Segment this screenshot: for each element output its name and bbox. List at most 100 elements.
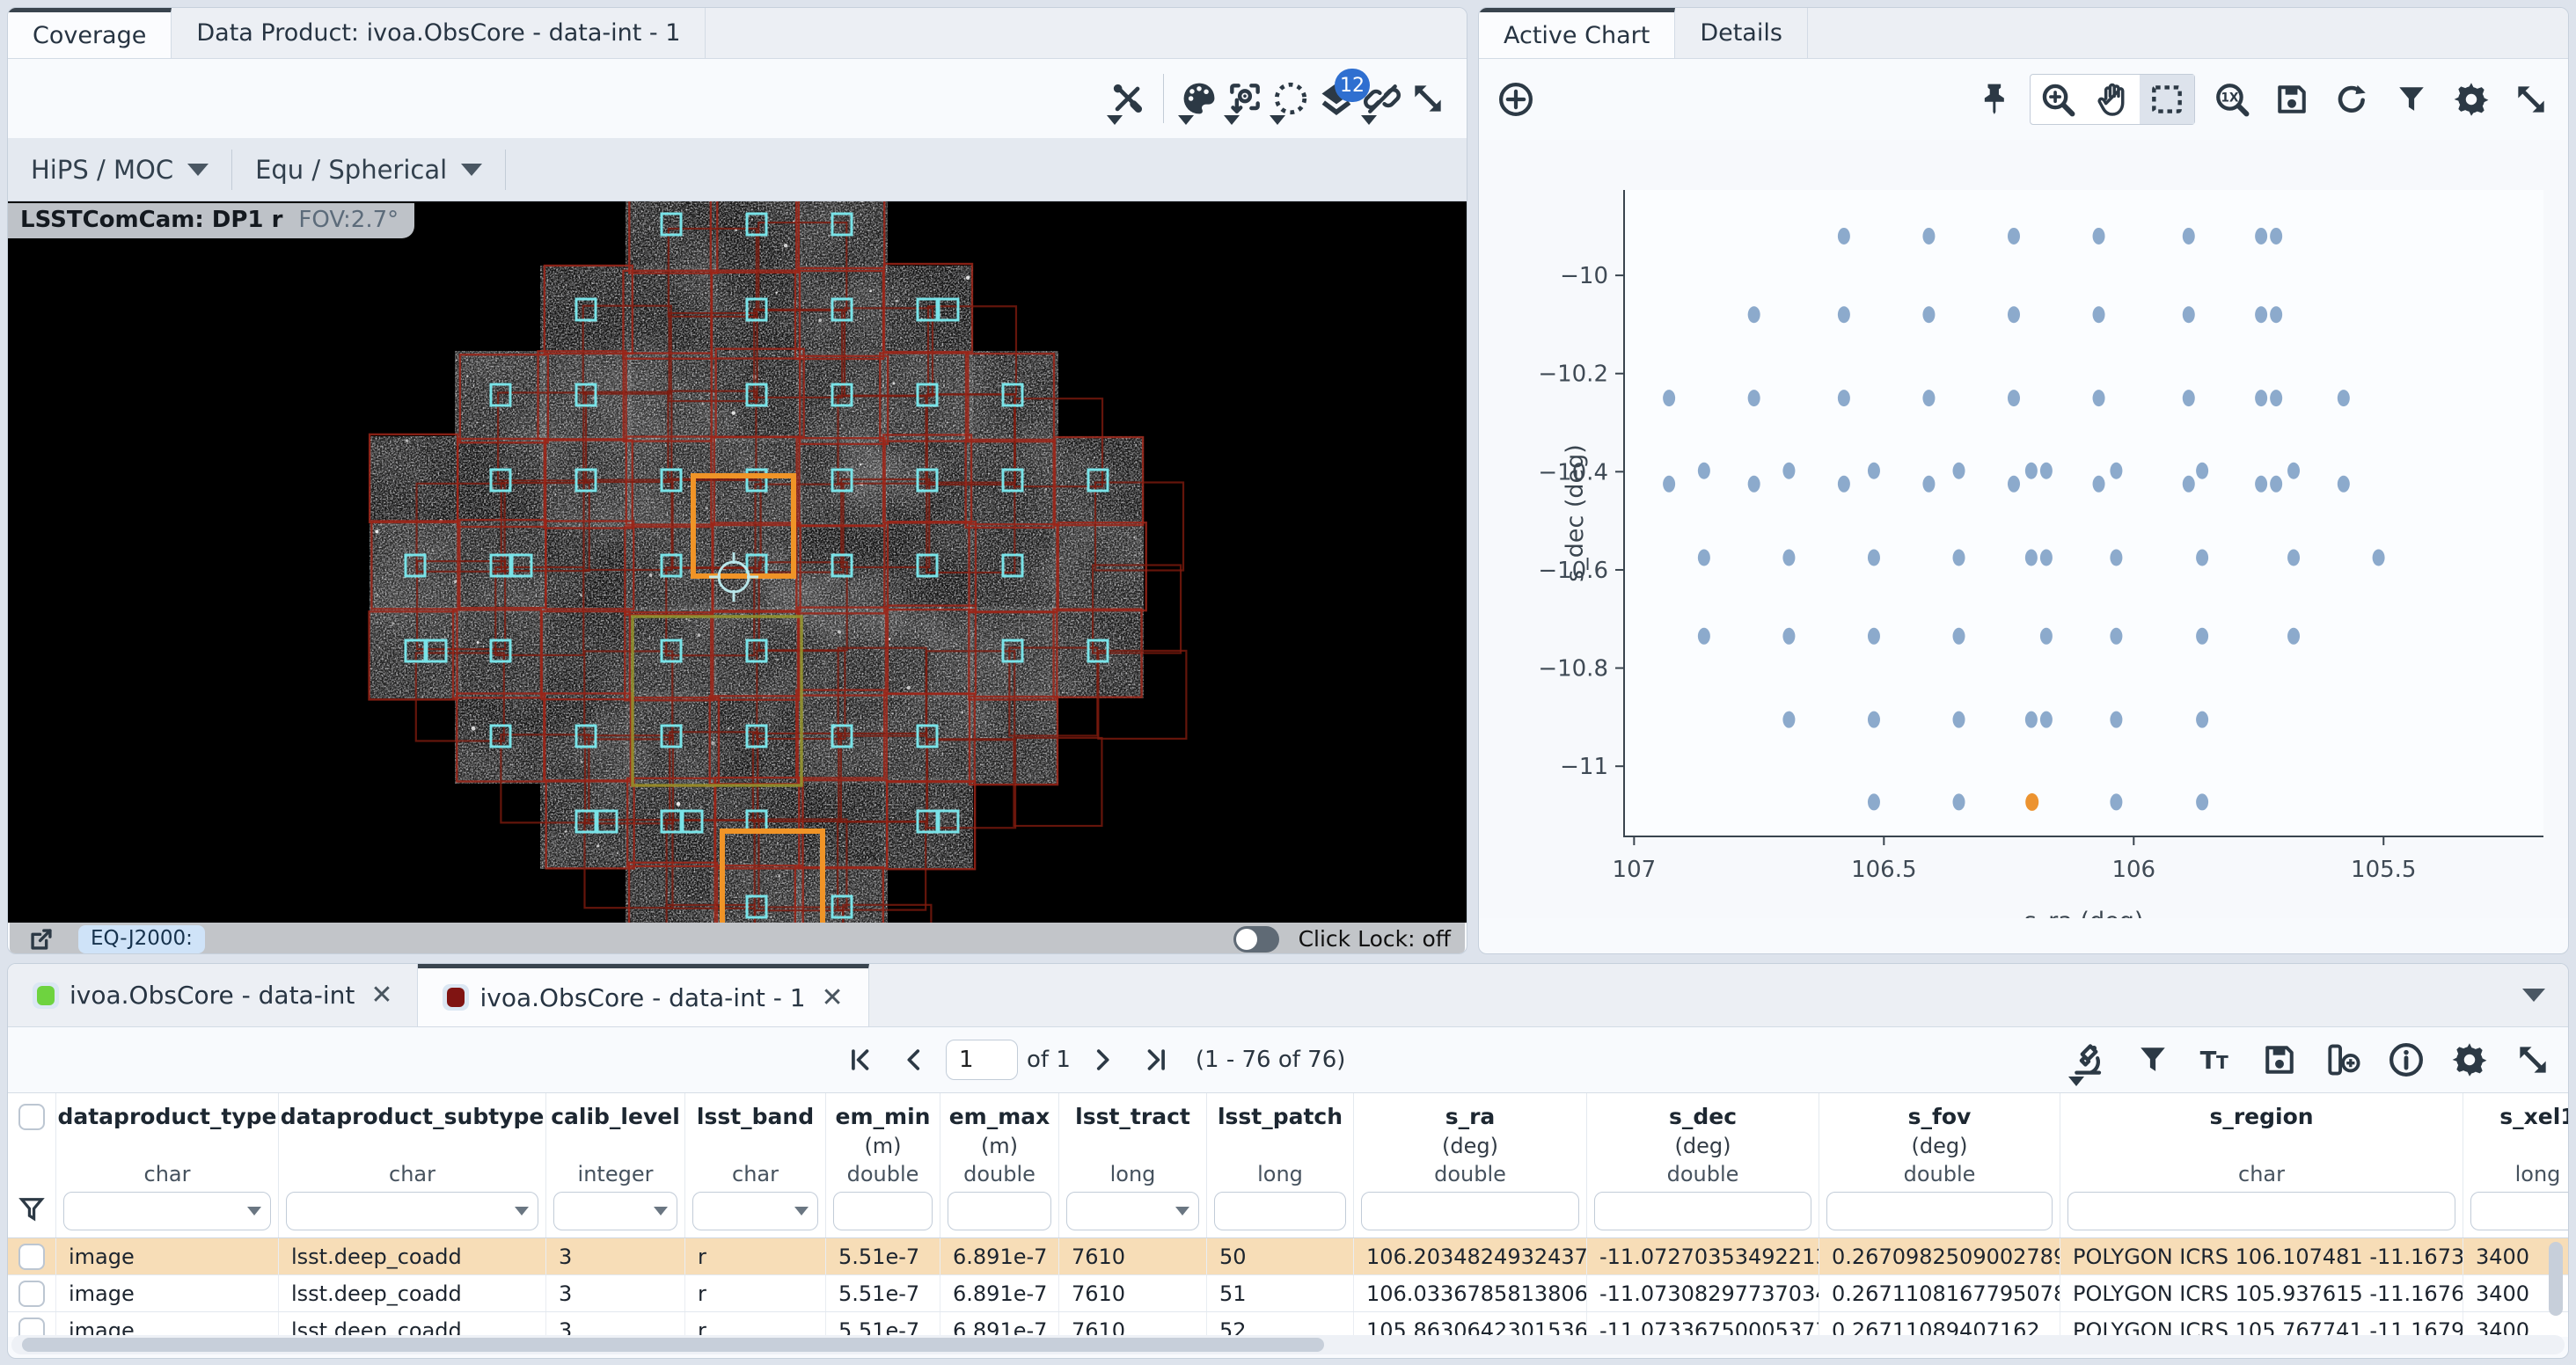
table-cell-dataproduct_subtype[interactable]: lsst.deep_coadd	[279, 1275, 546, 1311]
table-cell-s_region[interactable]: POLYGON ICRS 105.767741 -11.167920 10	[2060, 1312, 2463, 1337]
close-icon[interactable]: ✕	[370, 980, 392, 1011]
next-page-icon[interactable]	[1079, 1035, 1125, 1084]
table-row[interactable]: imagelsst.deep_coadd3r5.51e-76.891e-7761…	[8, 1238, 2568, 1275]
column-header-lsst_band[interactable]: lsst_band char	[685, 1093, 826, 1237]
column-filter-input[interactable]	[833, 1192, 933, 1230]
layers-icon[interactable]: 12	[1314, 74, 1359, 123]
column-header-em_max[interactable]: em_max (m) double	[940, 1093, 1059, 1237]
column-name[interactable]: s_fov	[1908, 1104, 1972, 1134]
table-tab-obscore-1[interactable]: ivoa.ObsCore - data-int - 1 ✕	[418, 964, 868, 1026]
column-filter-input[interactable]	[1826, 1192, 2053, 1230]
expand-icon[interactable]	[2510, 1035, 2556, 1084]
save-icon[interactable]	[2257, 1035, 2302, 1084]
column-filter-select[interactable]	[63, 1192, 271, 1230]
table-cell-s_ra[interactable]: 105.86306423015366	[1354, 1312, 1587, 1337]
table-cell-dataproduct_type[interactable]: image	[56, 1312, 279, 1337]
column-header-calib_level[interactable]: calib_level integer	[546, 1093, 685, 1237]
expand-icon[interactable]	[1405, 74, 1451, 123]
table-cell-em_min[interactable]: 5.51e-7	[826, 1275, 940, 1311]
table-cell-lsst_patch[interactable]: 50	[1207, 1238, 1354, 1274]
column-header-s_xel1[interactable]: s_xel1 long	[2463, 1093, 2569, 1237]
table-cell-lsst_patch[interactable]: 52	[1207, 1312, 1354, 1337]
tab-active-chart[interactable]: Active Chart	[1479, 8, 1675, 58]
table-cell-lsst_tract[interactable]: 7610	[1059, 1275, 1207, 1311]
column-header-s_ra[interactable]: s_ra (deg) double	[1354, 1093, 1587, 1237]
table-cell-dataproduct_type[interactable]: image	[56, 1275, 279, 1311]
row-checkbox[interactable]	[18, 1244, 45, 1270]
table-cell-lsst_patch[interactable]: 51	[1207, 1275, 1354, 1311]
column-name[interactable]: calib_level	[551, 1104, 680, 1134]
table-cell-s_dec[interactable]: -11.072703534922137	[1587, 1238, 1819, 1274]
table-cell-s_dec[interactable]: -11.073367500053775	[1587, 1312, 1819, 1337]
hscroll-thumb[interactable]	[22, 1338, 1324, 1352]
column-name[interactable]: em_min	[836, 1104, 931, 1134]
lasso-icon[interactable]	[1268, 74, 1314, 123]
box-select-icon[interactable]	[2140, 75, 2194, 124]
filter-icon[interactable]	[2389, 75, 2434, 124]
add-column-icon[interactable]	[2320, 1035, 2366, 1084]
column-header-dataproduct_type[interactable]: dataproduct_type char	[56, 1093, 279, 1237]
column-filter-input[interactable]	[1214, 1192, 1346, 1230]
hips-moc-dropdown[interactable]: HiPS / MOC	[8, 155, 231, 185]
row-checkbox[interactable]	[18, 1318, 45, 1338]
table-row[interactable]: imagelsst.deep_coadd3r5.51e-76.891e-7761…	[8, 1312, 2568, 1337]
column-name[interactable]: em_max	[949, 1104, 1050, 1134]
column-header-s_region[interactable]: s_region char	[2060, 1093, 2463, 1237]
expand-icon[interactable]	[2508, 75, 2554, 124]
column-name[interactable]: dataproduct_type	[57, 1104, 276, 1134]
zoom-1x-icon[interactable]: 1X	[2209, 75, 2255, 124]
scatter-chart[interactable]: 107106.5106105.5−10−10.2−10.4−10.6−10.8−…	[1479, 140, 2569, 918]
projection-dropdown[interactable]: Equ / Spherical	[232, 155, 505, 185]
text-view-icon[interactable]: TT	[2193, 1035, 2239, 1084]
column-name[interactable]: s_ra	[1445, 1104, 1496, 1134]
table-cell-lsst_tract[interactable]: 7610	[1059, 1312, 1207, 1337]
filter-icon[interactable]	[2130, 1035, 2176, 1084]
table-cell-calib_level[interactable]: 3	[546, 1275, 685, 1311]
table-cell-em_min[interactable]: 5.51e-7	[826, 1312, 940, 1337]
column-filter-input[interactable]	[1594, 1192, 1811, 1230]
tab-coverage[interactable]: Coverage	[8, 8, 172, 58]
column-header-dataproduct_subtype[interactable]: dataproduct_subtype char	[279, 1093, 546, 1237]
table-row[interactable]: imagelsst.deep_coadd3r5.51e-76.891e-7761…	[8, 1275, 2568, 1312]
first-page-icon[interactable]	[837, 1035, 882, 1084]
table-cell-s_region[interactable]: POLYGON ICRS 106.107481 -11.167368 10	[2060, 1238, 2463, 1274]
table-cell-s_dec[interactable]: -11.073082977370346	[1587, 1275, 1819, 1311]
table-cell-calib_level[interactable]: 3	[546, 1238, 685, 1274]
table-cell-dataproduct_subtype[interactable]: lsst.deep_coadd	[279, 1238, 546, 1274]
settings-icon[interactable]	[2448, 75, 2494, 124]
table-cell-s_fov[interactable]: 0.26711089407162	[1819, 1312, 2060, 1337]
table-cell-s_ra[interactable]: 106.2034824932437	[1354, 1238, 1587, 1274]
table-cell-em_max[interactable]: 6.891e-7	[940, 1312, 1059, 1337]
column-header-s_fov[interactable]: s_fov (deg) double	[1819, 1093, 2060, 1237]
row-checkbox[interactable]	[18, 1281, 45, 1307]
filter-row-icon[interactable]	[16, 1192, 48, 1230]
pin-icon[interactable]	[1970, 75, 2016, 124]
horizontal-scrollbar[interactable]	[11, 1335, 2565, 1354]
select-all-checkbox[interactable]	[18, 1104, 45, 1130]
column-name[interactable]: lsst_tract	[1075, 1104, 1190, 1134]
column-filter-select[interactable]	[286, 1192, 538, 1230]
column-filter-input[interactable]	[2067, 1192, 2455, 1230]
column-filter-input[interactable]	[2470, 1192, 2569, 1230]
table-cell-calib_level[interactable]: 3	[546, 1312, 685, 1337]
tab-details[interactable]: Details	[1675, 8, 1808, 58]
palette-icon[interactable]	[1176, 74, 1222, 123]
table-cell-lsst_band[interactable]: r	[685, 1275, 826, 1311]
table-cell-em_min[interactable]: 5.51e-7	[826, 1238, 940, 1274]
vertical-scrollbar[interactable]	[2549, 1242, 2563, 1316]
tab-data-product[interactable]: Data Product: ivoa.ObsCore - data-int - …	[172, 8, 706, 58]
save-icon[interactable]	[2269, 75, 2315, 124]
column-filter-select[interactable]	[692, 1192, 818, 1230]
table-cell-s_xel1[interactable]: 3400	[2463, 1312, 2568, 1337]
last-page-icon[interactable]	[1134, 1035, 1180, 1084]
column-name[interactable]: s_region	[2209, 1104, 2313, 1134]
table-panel-collapse-caret[interactable]	[2522, 989, 2545, 1002]
column-name[interactable]: lsst_band	[697, 1104, 814, 1134]
add-chart-icon[interactable]	[1493, 75, 1539, 124]
coverage-sky-view[interactable]: LSSTComCam: DP1 r FOV:2.7°	[8, 201, 1467, 923]
table-cell-s_fov[interactable]: 0.26709825090027894	[1819, 1238, 2060, 1274]
zoom-in-icon[interactable]	[2031, 75, 2085, 124]
column-name[interactable]: s_dec	[1669, 1104, 1737, 1134]
column-filter-input[interactable]	[948, 1192, 1051, 1230]
table-cell-dataproduct_type[interactable]: image	[56, 1238, 279, 1274]
